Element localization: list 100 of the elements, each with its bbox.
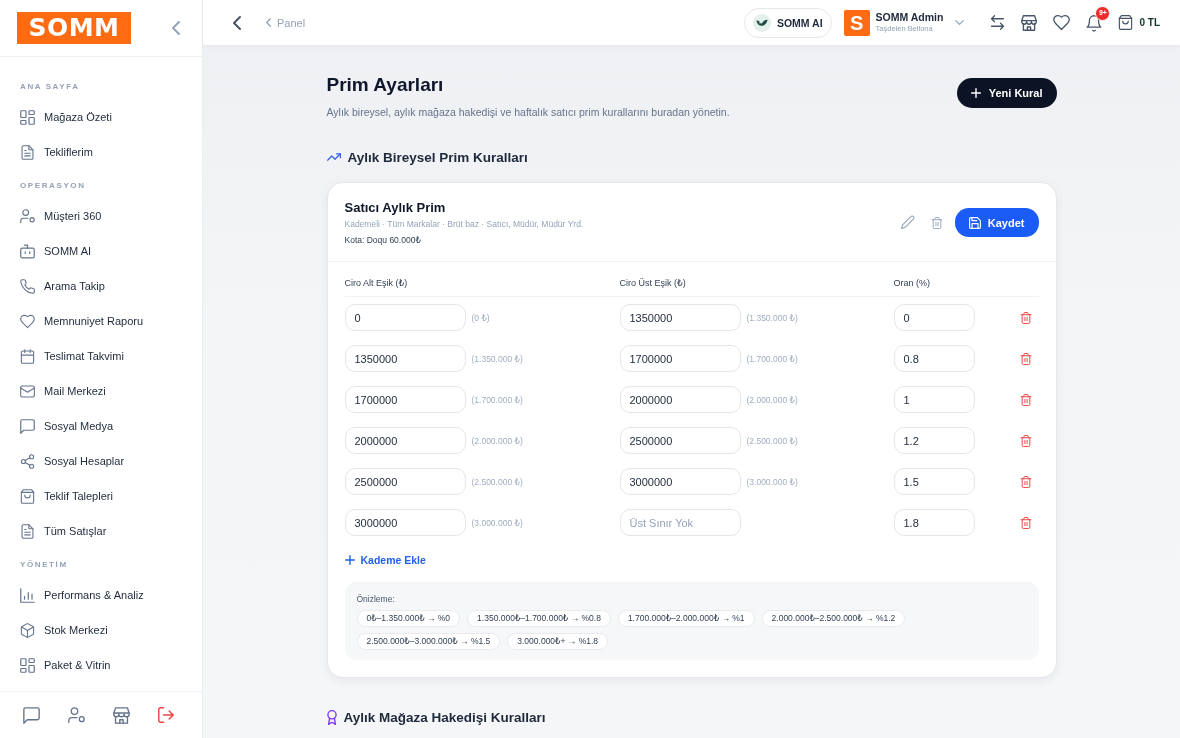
new-rule-button[interactable]: Yeni Kural bbox=[956, 78, 1057, 108]
section-title: Aylık Mağaza Hakedişi Kuralları bbox=[343, 709, 546, 725]
input-field[interactable]: 0 bbox=[344, 304, 466, 331]
chat-bubble-icon bbox=[20, 418, 35, 434]
sidebar-item[interactable]: Müşteri 360 bbox=[8, 201, 194, 231]
bell-icon[interactable] bbox=[1086, 14, 1103, 31]
trash-icon[interactable] bbox=[1019, 311, 1032, 324]
input-field[interactable]: 1.8 bbox=[893, 509, 975, 536]
sidebar-item[interactable]: Sosyal Medya bbox=[8, 411, 194, 441]
amount-note: (1.700.000 ₺) bbox=[746, 353, 798, 364]
phone-icon bbox=[20, 278, 35, 294]
tier-chip: 2.500.000₺–3.000.000₺ → %1.5 bbox=[356, 633, 501, 650]
input-field[interactable]: 2500000 bbox=[619, 427, 741, 454]
chevron-left-icon bbox=[266, 18, 271, 27]
swap-icon[interactable] bbox=[990, 15, 1006, 30]
cart-total: 0 TL bbox=[1139, 17, 1160, 28]
add-tier-button[interactable]: Kademe Ekle bbox=[344, 553, 426, 567]
chat-bubble-icon[interactable] bbox=[23, 706, 40, 724]
person-icon[interactable] bbox=[68, 706, 85, 724]
envelope-icon bbox=[20, 383, 35, 399]
grid-icon bbox=[20, 109, 35, 125]
sidebar-item[interactable]: Memnuniyet Raporu bbox=[8, 306, 194, 336]
user-name: SOMM Admin bbox=[875, 11, 944, 24]
robot-icon bbox=[20, 243, 35, 259]
amount-note: (1.700.000 ₺) bbox=[471, 394, 523, 405]
amount-note: (2.500.000 ₺) bbox=[471, 476, 523, 487]
amount-note: (1.350.000 ₺) bbox=[471, 353, 523, 364]
tier-chip: 2.000.000₺–2.500.000₺ → %1.2 bbox=[761, 610, 906, 627]
input-field[interactable]: 1700000 bbox=[619, 345, 741, 372]
ribbon-icon bbox=[326, 709, 337, 725]
sidebar-item[interactable]: Paket & Vitrin bbox=[8, 650, 194, 680]
plus-icon bbox=[970, 88, 981, 98]
amount-note: (2.500.000 ₺) bbox=[746, 435, 798, 446]
sidebar-item[interactable]: Stok Merkezi bbox=[8, 615, 194, 645]
document-icon bbox=[20, 523, 35, 539]
tier-chip: 1.700.000₺–2.000.000₺ → %1 bbox=[617, 610, 755, 627]
section-title: Aylık Bireysel Prim Kuralları bbox=[347, 149, 528, 165]
trash-icon[interactable] bbox=[930, 216, 943, 229]
input-field[interactable]: 1.2 bbox=[893, 427, 975, 454]
input-field[interactable]: 3000000 bbox=[619, 468, 741, 495]
chevron-down-icon[interactable] bbox=[955, 20, 965, 25]
share-icon bbox=[20, 453, 35, 469]
input-field[interactable]: 2000000 bbox=[619, 386, 741, 413]
logout-icon[interactable] bbox=[158, 707, 174, 723]
amount-note: (0 ₺) bbox=[471, 312, 490, 323]
trash-icon[interactable] bbox=[1019, 352, 1032, 365]
heart-icon[interactable] bbox=[1053, 14, 1071, 31]
page-subtitle: Aylık bireysel, aylık mağaza hakedişi ve haftalık satıcı prim kurallarını buradan yönetin. bbox=[326, 105, 730, 119]
quota-text: Kota: Doqu 60.000₺ bbox=[344, 234, 422, 246]
ai-button[interactable]: SOMM AI bbox=[743, 7, 832, 38]
amount-note: (2.000.000 ₺) bbox=[746, 394, 798, 405]
input-field[interactable]: 1 bbox=[893, 386, 975, 413]
input-field[interactable]: 1350000 bbox=[344, 345, 466, 372]
sidebar-item[interactable]: Mağaza Özeti bbox=[8, 102, 194, 132]
sidebar-item[interactable]: Tekliflerim bbox=[8, 137, 194, 167]
bag-icon[interactable] bbox=[1118, 15, 1134, 30]
save-button[interactable]: Kaydet bbox=[954, 208, 1039, 237]
bar-chart-icon bbox=[20, 587, 35, 603]
store-icon[interactable] bbox=[1021, 14, 1038, 31]
floppy-disk-icon bbox=[968, 216, 981, 229]
trash-icon[interactable] bbox=[1019, 475, 1032, 488]
trash-icon[interactable] bbox=[1019, 516, 1032, 529]
input-field[interactable]: 2500000 bbox=[344, 468, 466, 495]
sidebar-item[interactable]: Mail Merkezi bbox=[8, 376, 194, 406]
section-label: YÖNETİM bbox=[20, 559, 68, 571]
store-icon[interactable] bbox=[113, 706, 130, 724]
chevron-left-icon[interactable] bbox=[172, 21, 180, 35]
sidebar-item[interactable]: Arama Takip bbox=[8, 271, 194, 301]
amount-note: (3.000.000 ₺) bbox=[746, 476, 798, 487]
input-field[interactable]: 1.5 bbox=[893, 468, 975, 495]
sidebar-item[interactable]: Performans & Analiz bbox=[8, 580, 194, 610]
tier-chip: 0₺–1.350.000₺ → %0 bbox=[356, 610, 461, 627]
sidebar-item[interactable]: Tüm Satışlar bbox=[8, 516, 194, 546]
person-icon bbox=[20, 208, 35, 224]
trash-icon[interactable] bbox=[1019, 434, 1032, 447]
sidebar-item[interactable]: SOMM AI bbox=[8, 236, 194, 266]
input-field[interactable]: 2000000 bbox=[344, 427, 466, 454]
column-header: Ciro Üst Eşik (₺) bbox=[619, 277, 687, 289]
calendar-icon bbox=[20, 348, 35, 364]
bag-icon bbox=[20, 488, 35, 504]
input-field[interactable]: Üst Sınır Yok bbox=[619, 509, 741, 536]
sidebar-item[interactable]: Teklif Talepleri bbox=[8, 481, 194, 511]
section-label: OPERASYON bbox=[20, 180, 86, 192]
preview-label: Önizleme: bbox=[356, 593, 396, 605]
trash-icon[interactable] bbox=[1019, 393, 1032, 406]
input-field[interactable]: 0.8 bbox=[893, 345, 975, 372]
heart-icon bbox=[20, 313, 35, 329]
input-field[interactable]: 1350000 bbox=[619, 304, 741, 331]
page-title: Prim Ayarları bbox=[326, 73, 445, 97]
amount-note: (2.000.000 ₺) bbox=[471, 435, 523, 446]
input-field[interactable]: 3000000 bbox=[344, 509, 466, 536]
sidebar-item[interactable]: Sosyal Hesaplar bbox=[8, 446, 194, 476]
sidebar-item[interactable]: Teslimat Takvimi bbox=[8, 341, 194, 371]
amount-note: (1.350.000 ₺) bbox=[746, 312, 798, 323]
document-icon bbox=[20, 144, 35, 160]
pencil-icon[interactable] bbox=[900, 216, 914, 229]
back-icon[interactable] bbox=[233, 15, 241, 30]
column-header: Ciro Alt Eşik (₺) bbox=[344, 277, 409, 289]
input-field[interactable]: 1700000 bbox=[344, 386, 466, 413]
input-field[interactable]: 0 bbox=[893, 304, 975, 331]
